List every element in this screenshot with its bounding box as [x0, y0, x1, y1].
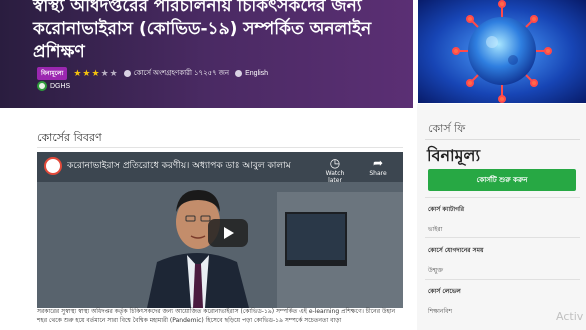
star-empty-icon: ★: [109, 67, 118, 78]
share-button[interactable]: ➦ Share: [364, 156, 392, 177]
level-value: শিক্ষানবিশ: [428, 308, 453, 315]
fee-divider: [425, 139, 580, 140]
course-cover-image: [418, 0, 586, 103]
share-icon: ➦: [372, 156, 384, 170]
channel-avatar[interactable]: [44, 157, 62, 175]
watch-later-label: Watch later: [325, 170, 345, 184]
share-label: Share: [369, 170, 387, 177]
chat-icon: [235, 69, 243, 77]
fee-label: কোর্স ফি: [428, 122, 466, 135]
start-course-button[interactable]: কোর্সটি শুরু করুন: [428, 169, 576, 191]
dghs-logo: [37, 81, 47, 91]
coronavirus-illustration: [418, 0, 586, 103]
course-meta-row: বিনামূল্যে ★ ★ ★ ★ ★ কোর্সে অংশগ্রহণকারী…: [37, 66, 269, 80]
course-description-heading: কোর্সের বিবরণ: [37, 131, 102, 144]
section-divider: [37, 147, 403, 148]
level-info: কোর্স লেভেল শিক্ষানবিশ: [428, 286, 461, 317]
category-info: কোর্স ক্যাটাগরি ভাইরা: [428, 204, 464, 235]
youtube-video-player[interactable]: করোনাভাইরাস প্রতিরোধে করণীয়। অধ্যাপক ডা…: [37, 152, 403, 308]
fee-value: বিনামূল্য: [427, 146, 481, 165]
info-divider: [425, 279, 580, 280]
video-title[interactable]: করোনাভাইরাস প্রতিরোধে করণীয়। অধ্যাপক ডা…: [67, 158, 317, 173]
star-empty-icon: ★: [100, 67, 109, 78]
user-icon: [123, 69, 131, 77]
free-badge: বিনামূল্যে: [37, 66, 68, 80]
course-description-text: সরকারের সুস্বাস্থ্য স্বাস্থ্য অধিদপ্তর ক…: [37, 308, 396, 324]
rating-stars: ★ ★ ★ ★ ★: [73, 67, 118, 78]
info-divider: [425, 197, 580, 198]
course-title: স্বাস্থ্য অধিদপ্তরের পরিচালনায় চিকিৎসকদ…: [33, 0, 372, 62]
duration-info: কোর্সে যোগদানের সময় উন্মুক্ত: [428, 245, 484, 276]
enrolled-count: কোর্সে অংশগ্রহণকারী ১৭২৫৭ জন: [123, 67, 230, 79]
play-button[interactable]: [208, 219, 248, 247]
star-icon: ★: [82, 67, 91, 78]
course-page: স্বাস্থ্য অধিদপ্তরের পরিচালনায় চিকিৎসকদ…: [0, 0, 586, 330]
level-label: কোর্স লেভেল: [428, 288, 461, 295]
star-icon: ★: [91, 67, 100, 78]
duration-label: কোর্সে যোগদানের সময়: [428, 247, 484, 254]
organization-link[interactable]: DGHS: [37, 81, 70, 91]
watch-later-button[interactable]: ◷ Watch later: [321, 156, 349, 184]
language-text: English: [245, 69, 269, 77]
star-icon: ★: [73, 67, 82, 78]
organization-name[interactable]: DGHS: [50, 83, 70, 90]
course-hero-banner: স্বাস্থ্য অধিদপ্তরের পরিচালনায় চিকিৎসকদ…: [0, 0, 413, 108]
category-label: কোর্স ক্যাটাগরি: [428, 206, 465, 213]
info-divider: [425, 237, 580, 238]
category-value: ভাইরা: [428, 226, 443, 233]
activate-windows-watermark: Activ: [556, 310, 584, 323]
duration-value: উন্মুক্ত: [428, 267, 444, 274]
clock-icon: ◷: [329, 156, 341, 170]
language-info: English: [235, 69, 269, 77]
enrolled-text: কোর্সে অংশগ্রহণকারী ১৭২৫৭ জন: [133, 70, 230, 77]
